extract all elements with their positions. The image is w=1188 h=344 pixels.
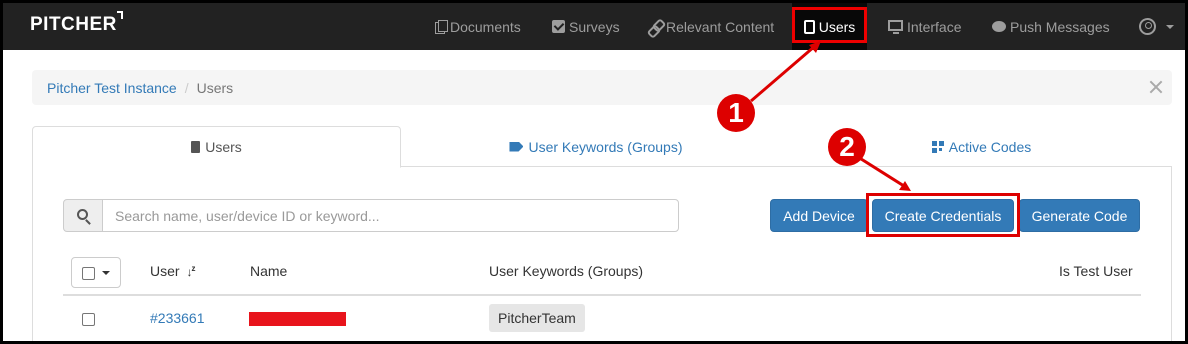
annotation-arrows	[750, 41, 911, 191]
app-frame: PITCHER Documents Surveys Relevant Conte…	[3, 3, 1185, 341]
step-2-badge: 2	[828, 128, 866, 166]
arrow-2-line	[857, 155, 905, 188]
arrow-1-line	[750, 44, 816, 103]
step-1-badge: 1	[717, 94, 755, 132]
